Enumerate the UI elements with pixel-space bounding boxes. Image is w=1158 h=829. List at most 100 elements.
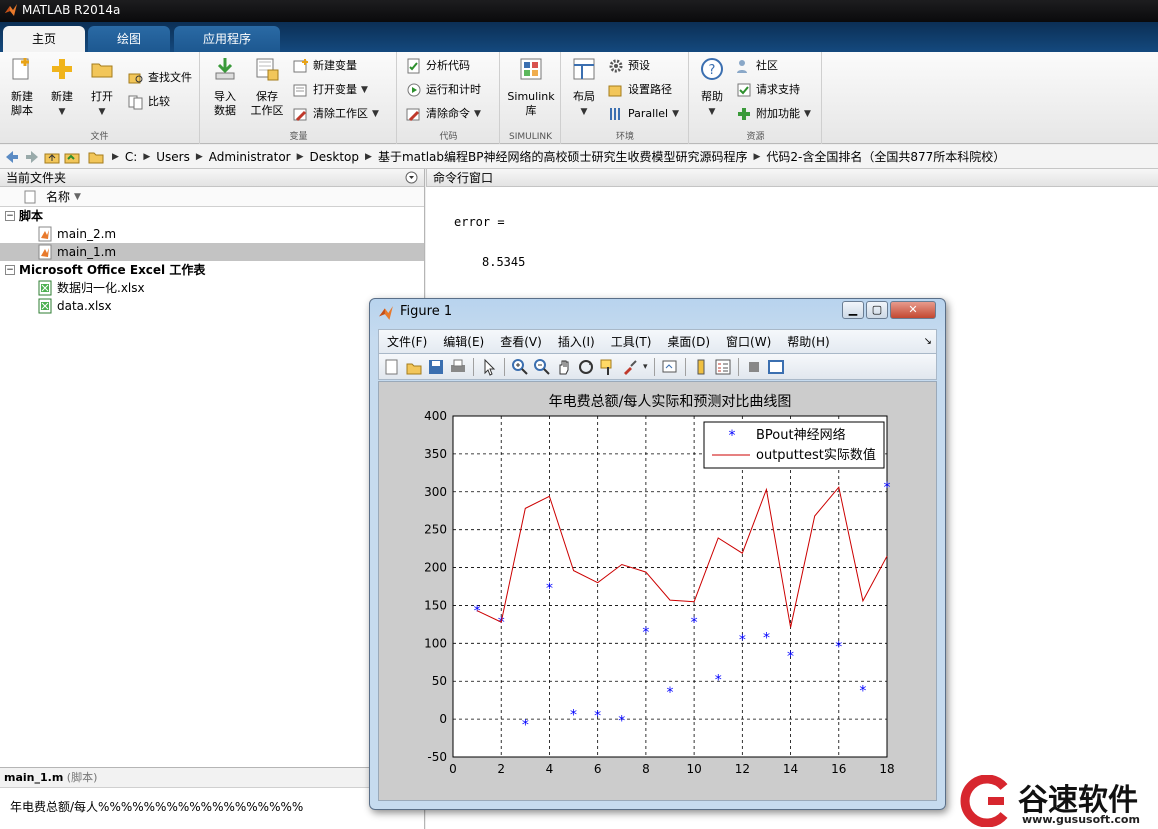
y-tick-label: 150 [424, 598, 447, 612]
save-icon[interactable] [427, 358, 445, 376]
import-data-button[interactable]: 导入 数据 [207, 56, 243, 118]
maximize-button[interactable]: ▢ [866, 301, 888, 319]
collapse-icon[interactable]: − [5, 265, 15, 275]
menu-desktop[interactable]: 桌面(D) [659, 333, 718, 350]
new-button[interactable]: 新建 ▼ [44, 56, 80, 119]
group-row[interactable]: − Microsoft Office Excel 工作表 [0, 261, 424, 279]
zoom-out-icon[interactable] [533, 358, 551, 376]
new-script-button[interactable]: 新建 脚本 [4, 56, 40, 118]
menu-help[interactable]: 帮助(H) [779, 333, 837, 350]
current-folder-header: 当前文件夹 [0, 169, 424, 187]
menu-tools[interactable]: 工具(T) [603, 333, 660, 350]
colorbar-icon[interactable] [692, 358, 710, 376]
data-point-marker: * [522, 717, 529, 733]
analyze-code-icon [407, 58, 420, 74]
ribbon-section-simulink: Simulink 库 SIMULINK [501, 52, 561, 144]
svg-text:?: ? [709, 63, 716, 78]
brush-icon[interactable] [621, 358, 639, 376]
details-file-name: main_1.m [4, 771, 64, 784]
tab-home[interactable]: 主页 [3, 26, 85, 52]
data-cursor-icon[interactable] [599, 358, 617, 376]
show-plot-tools-icon[interactable] [767, 358, 785, 376]
simulink-library-button[interactable]: Simulink 库 [505, 56, 557, 118]
close-button[interactable]: ✕ [890, 301, 936, 319]
tab-plots[interactable]: 绘图 [88, 26, 170, 52]
legend-icon[interactable] [714, 358, 732, 376]
file-row[interactable]: data.xlsx [0, 297, 424, 315]
open-button[interactable]: 打开 ▼ [84, 56, 120, 119]
compare-button[interactable]: 比较 [128, 92, 170, 112]
print-icon[interactable] [449, 358, 467, 376]
file-row-selected[interactable]: main_1.m [0, 243, 424, 261]
m-file-icon [38, 226, 52, 242]
figure-canvas[interactable]: 0 2 4 6 8 10 12 14 16 18 -50 0 50 100 150 200 250 300 350 4… [378, 381, 937, 801]
run-and-time-button[interactable]: 运行和计时 [406, 80, 481, 100]
name-column-header[interactable]: 名称 ▼ [0, 187, 424, 207]
ribbon-section-variable: 导入 数据 保存 工作区 新建变量 打开变量 ▼ 清除工作区 ▼ 变量 [201, 52, 397, 144]
community-button[interactable]: 社区 [736, 56, 778, 76]
pointer-icon[interactable] [480, 358, 498, 376]
figure-window[interactable]: Figure 1 ▁ ▢ ✕ 文件(F) 编辑(E) 查看(V) 插入(I) 工… [369, 298, 946, 810]
browse-folder-icon[interactable] [64, 149, 80, 165]
back-arrow-icon[interactable] [4, 149, 20, 165]
x-tick-label: 0 [449, 762, 457, 776]
zoom-in-icon[interactable] [511, 358, 529, 376]
preferences-button[interactable]: 预设 [608, 56, 650, 76]
group-row[interactable]: − 脚本 [0, 207, 424, 225]
analyze-code-button[interactable]: 分析代码 [406, 56, 470, 76]
pan-hand-icon[interactable] [555, 358, 573, 376]
menu-view[interactable]: 查看(V) [492, 333, 550, 350]
breadcrumb-item[interactable]: Users [152, 150, 194, 164]
menu-edit[interactable]: 编辑(E) [435, 333, 492, 350]
up-folder-icon[interactable] [44, 149, 60, 165]
help-button[interactable]: ? 帮助 ▼ [694, 56, 730, 119]
clear-commands-button[interactable]: 清除命令 ▼ [406, 104, 481, 124]
request-support-button[interactable]: 请求支持 [736, 80, 800, 100]
clear-workspace-button[interactable]: 清除工作区 ▼ [293, 104, 379, 124]
file-row[interactable]: main_2.m [0, 225, 424, 243]
details-panel: main_1.m (脚本) 年电费总额/每人%%%%%%%%%%%%%%%%%% [0, 767, 425, 829]
set-path-button[interactable]: 设置路径 [608, 80, 672, 100]
collapse-icon[interactable]: − [5, 211, 15, 221]
open-variable-button[interactable]: 打开变量 ▼ [293, 80, 368, 100]
file-row[interactable]: 数据归一化.xlsx [0, 279, 424, 297]
save-workspace-button[interactable]: 保存 工作区 [247, 56, 287, 118]
open-file-icon[interactable] [405, 358, 423, 376]
rotate-3d-icon[interactable] [577, 358, 595, 376]
new-figure-icon[interactable] [383, 358, 401, 376]
find-files-button[interactable]: 查找文件 [128, 68, 192, 88]
link-plot-icon[interactable] [661, 358, 679, 376]
folder-icon [88, 152, 104, 163]
breadcrumb-item[interactable]: 基于matlab编程BP神经网络的高校硕士研究生收费模型研究源码程序 [374, 148, 752, 165]
y-tick-label: 0 [439, 712, 447, 726]
breadcrumb-item[interactable]: 代码2-含全国排名（全国共877所本科院校） [762, 148, 1009, 165]
new-script-icon [12, 58, 29, 80]
breadcrumb-item[interactable]: C: [121, 150, 141, 164]
current-folder-panel: 当前文件夹 名称 ▼ − 脚本 main_2.m main_1.m − Micr… [0, 169, 425, 767]
x-tick-label: 16 [831, 762, 846, 776]
panel-menu-icon[interactable] [405, 171, 418, 184]
forward-arrow-icon[interactable] [24, 149, 40, 165]
matlab-logo-icon [5, 4, 17, 16]
chevron-down-icon[interactable]: ▾ [643, 362, 648, 372]
section-label-file: 文件 [90, 132, 109, 142]
new-variable-button[interactable]: 新建变量 [293, 56, 357, 76]
breadcrumb-item[interactable]: Desktop [306, 150, 364, 164]
hide-plot-tools-icon[interactable] [745, 358, 763, 376]
dock-arrow-icon[interactable]: ↘ [924, 336, 932, 347]
breadcrumb-item[interactable]: Administrator [205, 150, 295, 164]
command-window-title: 命令行窗口 [433, 171, 494, 185]
breadcrumb: ▶ C: ▶ Users ▶ Administrator ▶ Desktop ▶… [110, 148, 1009, 165]
minimize-button[interactable]: ▁ [842, 301, 864, 319]
menu-insert[interactable]: 插入(I) [550, 333, 603, 350]
menu-file[interactable]: 文件(F) [379, 333, 435, 350]
plot-area[interactable]: 0 2 4 6 8 10 12 14 16 18-500501001502002503003504… [379, 382, 936, 800]
run-and-time-label: 运行和计时 [426, 83, 481, 96]
addons-button[interactable]: 附加功能 ▼ [736, 104, 811, 124]
layout-button[interactable]: 布局 ▼ [566, 56, 602, 119]
menu-window[interactable]: 窗口(W) [718, 333, 779, 350]
parallel-button[interactable]: Parallel ▼ [608, 104, 679, 124]
y-tick-label: 200 [424, 561, 447, 575]
data-point-marker: * [618, 714, 625, 730]
tab-apps[interactable]: 应用程序 [174, 26, 280, 52]
